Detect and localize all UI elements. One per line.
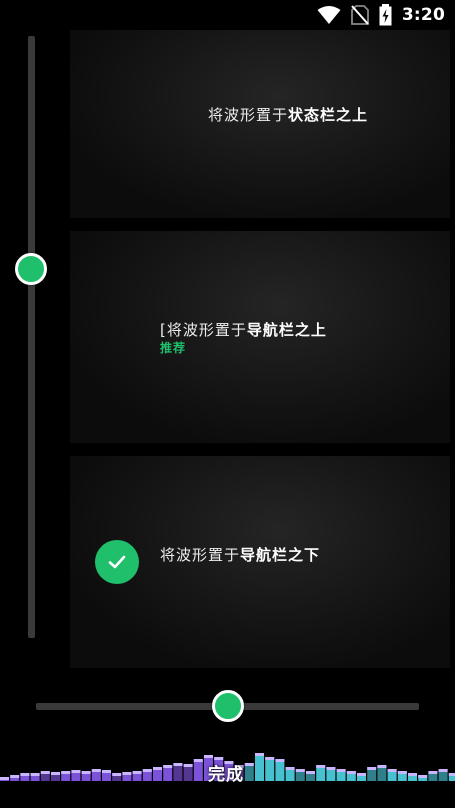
vertical-slider-thumb[interactable] [15,253,47,285]
waveform-bar-cap [30,773,40,776]
waveform-bar-cap [357,773,366,776]
waveform-bar-cap [112,773,122,776]
waveform-bar-cap [336,769,346,772]
waveform-bar-cap [397,771,407,774]
status-bar: 3:20 [0,0,455,30]
waveform-bar-cap [326,767,336,770]
waveform-bar [255,753,264,781]
waveform-bar-cap [265,757,275,760]
waveform-bar-cap [418,775,428,778]
waveform-bar-cap [132,771,142,774]
waveform-bar-cap [377,765,387,768]
option-below-navigation-bar[interactable]: 将波形置于导航栏之下 [70,456,450,668]
waveform-bar-cap [306,771,315,774]
waveform-bar [265,757,275,781]
waveform-bar-cap [285,767,295,770]
waveform-bar-cap [204,755,213,758]
waveform-bar [275,759,285,781]
waveform-bar-cap [163,765,173,768]
waveform-bar-cap [275,759,285,762]
option-above-status-bar[interactable]: 将波形置于状态栏之上 [70,30,450,218]
vertical-slider-track[interactable] [28,36,35,638]
waveform-bar-cap [0,777,9,780]
waveform-bar-cap [91,769,101,772]
waveform-bar-cap [51,772,60,775]
waveform-bar-cap [40,771,50,774]
waveform-bar-cap [20,773,30,776]
waveform-bar [193,759,203,781]
waveform-bar-cap [295,769,305,772]
option-label: [将波形置于导航栏之上 [160,321,327,339]
check-icon [95,540,139,584]
waveform-bar-cap [346,771,356,774]
waveform-bar-cap [81,771,91,774]
waveform-bar-cap [428,771,438,774]
waveform-bar-cap [173,763,183,766]
status-time: 3:20 [401,5,445,25]
waveform-bar-cap [408,773,417,776]
option-label: 将波形置于状态栏之上 [208,106,369,124]
waveform-bar-cap [153,767,162,770]
waveform-bar-cap [122,772,132,775]
no-sim-icon [351,5,369,25]
waveform-bar-cap [61,771,71,774]
wifi-icon [317,6,341,24]
waveform-bar-cap [316,765,326,768]
waveform-bar-cap [438,769,448,772]
waveform-bar-cap [255,753,264,756]
done-button[interactable]: 完成 [208,760,244,785]
waveform-bar-cap [387,769,397,772]
waveform-bar-cap [183,764,193,767]
recommended-badge: 推荐 [160,341,187,355]
waveform-bar-cap [71,770,81,773]
waveform-bar-cap [102,770,111,773]
waveform-bar-cap [10,775,20,778]
waveform-bar-cap [367,767,377,770]
waveform-bar-cap [193,759,203,762]
option-label: 将波形置于导航栏之下 [160,546,321,564]
battery-charging-icon [379,4,392,26]
waveform-bar-cap [448,773,455,776]
horizontal-slider-thumb[interactable] [212,690,244,722]
option-above-navigation-bar[interactable]: [将波形置于导航栏之上 推荐 [70,231,450,443]
waveform-bar-cap [244,763,254,766]
waveform-bar-cap [142,769,152,772]
